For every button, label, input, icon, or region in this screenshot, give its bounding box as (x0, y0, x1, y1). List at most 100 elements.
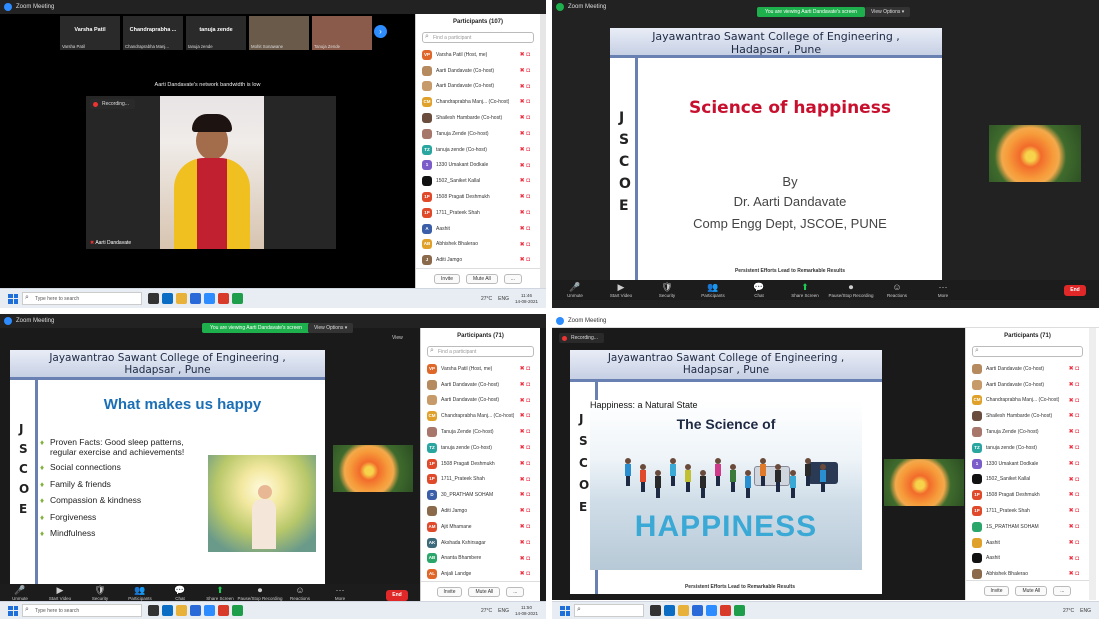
participant-row[interactable]: 1S_PRATHAM SOHAM ✖ ◘ (966, 519, 1089, 535)
toolbar-button[interactable]: 💬 Chat (736, 282, 782, 298)
windows-start-icon[interactable] (560, 605, 570, 616)
zoom-app-icon[interactable] (204, 605, 215, 616)
participant-row[interactable]: Aashit ✖ ◘ (966, 535, 1089, 551)
toolbar-button[interactable]: 👥 Participants (690, 282, 736, 298)
gallery-tile[interactable]: tanuja zende tanuja zende (186, 16, 246, 50)
more-options-button[interactable]: ... (506, 586, 525, 597)
muted-mic-video-off-icon[interactable]: ✖ ◘ (520, 523, 530, 530)
powerpoint-icon[interactable] (218, 293, 229, 304)
edge-icon[interactable] (162, 605, 173, 616)
participant-row[interactable]: TZ tanuja zende (Co-host) ✖ ◘ (416, 142, 540, 158)
participant-row[interactable]: 1 1330 Umakant Dodkale ✖ ◘ (966, 456, 1089, 472)
muted-mic-video-off-icon[interactable]: ✖ ◘ (520, 460, 530, 467)
participant-video-thumbnail[interactable] (989, 125, 1081, 182)
muted-mic-video-off-icon[interactable]: ✖ ◘ (1069, 491, 1079, 498)
muted-mic-video-off-icon[interactable]: ✖ ◘ (1069, 412, 1079, 419)
weather[interactable]: 27°C (1063, 608, 1074, 614)
toolbar-button[interactable]: ⬆ Share Screen (200, 585, 240, 601)
participant-row[interactable]: Aarti Dandavate (Co-host) ✖ ◘ (416, 79, 540, 95)
participant-row[interactable]: Aarti Dandavate (Co-host) ✖ ◘ (966, 361, 1089, 377)
participant-row[interactable]: 1P 1711_Prateek Shah ✖ ◘ (421, 472, 540, 488)
participant-row[interactable]: CM Chandraprabha Manj... (Co-host) ✖ ◘ (421, 408, 540, 424)
file-explorer-icon[interactable] (176, 605, 187, 616)
toolbar-button[interactable]: ▶ Start Video (598, 282, 644, 298)
windows-start-icon[interactable] (8, 605, 18, 616)
language-indicator[interactable]: ENG (1080, 608, 1091, 614)
toolbar-button[interactable]: ⏺ Pause/Stop Recording (237, 585, 282, 601)
muted-mic-video-off-icon[interactable]: ✖ ◘ (520, 193, 530, 200)
view-button[interactable]: View (392, 335, 403, 341)
panel-scrollbar[interactable] (1089, 328, 1096, 600)
participant-video-thumbnail[interactable] (333, 445, 413, 492)
participant-row[interactable]: AL Anjali Landge ✖ ◘ (421, 566, 540, 582)
participant-row[interactable]: 1 1330 Umakant Dodkale ✖ ◘ (416, 158, 540, 174)
store-icon[interactable] (190, 293, 201, 304)
clock[interactable]: 11:50 14-08-2021 (515, 605, 538, 617)
muted-mic-video-off-icon[interactable]: ✖ ◘ (1069, 460, 1079, 467)
participant-row[interactable]: VP Varsha Patil (Host, me) ✖ ◘ (421, 361, 540, 377)
participant-search-input[interactable]: Find a participant (427, 346, 534, 357)
chrome-icon[interactable] (232, 605, 243, 616)
participant-row[interactable]: Aarti Dandavate (Co-host) ✖ ◘ (421, 377, 540, 393)
toolbar-button[interactable]: ··· More (920, 282, 966, 298)
muted-mic-video-off-icon[interactable]: ✖ ◘ (1069, 507, 1079, 514)
invite-button[interactable]: Invite (436, 586, 463, 597)
windows-start-icon[interactable] (8, 293, 18, 304)
muted-mic-video-off-icon[interactable]: ✖ ◘ (1069, 397, 1079, 404)
edge-icon[interactable] (664, 605, 675, 616)
participant-row[interactable]: 1P 1508 Pragati Deshmukh ✖ ◘ (416, 189, 540, 205)
chrome-icon[interactable] (232, 293, 243, 304)
participant-row[interactable]: Aarti Dandavate (Co-host) ✖ ◘ (416, 63, 540, 79)
muted-mic-video-off-icon[interactable]: ✖ ◘ (520, 241, 530, 248)
end-meeting-button[interactable]: End (386, 590, 408, 601)
muted-mic-video-off-icon[interactable]: ✖ ◘ (520, 177, 530, 184)
gallery-tile[interactable]: Varsha Patil Varsha Patil (60, 16, 120, 50)
invite-button[interactable]: Invite (983, 585, 1010, 596)
recording-indicator[interactable]: Recording... (90, 99, 135, 109)
zoom-app-icon[interactable] (706, 605, 717, 616)
view-options-button[interactable]: View Options ▾ (308, 323, 354, 333)
muted-mic-video-off-icon[interactable]: ✖ ◘ (520, 98, 530, 105)
participant-row[interactable]: Tanuja Zende (Co-host) ✖ ◘ (416, 126, 540, 142)
muted-mic-video-off-icon[interactable]: ✖ ◘ (520, 491, 530, 498)
muted-mic-video-off-icon[interactable]: ✖ ◘ (1069, 555, 1079, 562)
weather[interactable]: 27°C (481, 296, 492, 302)
file-explorer-icon[interactable] (176, 293, 187, 304)
muted-mic-video-off-icon[interactable]: ✖ ◘ (520, 570, 530, 577)
muted-mic-video-off-icon[interactable]: ✖ ◘ (520, 476, 530, 483)
mute-all-button[interactable]: Mute All (468, 586, 501, 597)
toolbar-button[interactable]: ⬆ Share Screen (782, 282, 828, 298)
participant-video-thumbnail[interactable] (884, 459, 964, 506)
weather[interactable]: 27°C (481, 608, 492, 614)
task-view-icon[interactable] (148, 293, 159, 304)
toolbar-button[interactable]: ☺ Reactions (874, 282, 920, 298)
participant-row[interactable]: 1P 1711_Prateek Shah ✖ ◘ (416, 205, 540, 221)
participant-row[interactable]: AB Abhishek Bhalerao ✖ ◘ (416, 237, 540, 253)
gallery-tile[interactable]: Chandraprabha ... Chandraprabha Manj... (123, 16, 183, 50)
participant-row[interactable]: 1P 1508 Pragati Deshmukh ✖ ◘ (421, 456, 540, 472)
clock[interactable]: 11:46 14-08-2021 (515, 293, 538, 305)
muted-mic-video-off-icon[interactable]: ✖ ◘ (520, 130, 530, 137)
participant-row[interactable]: AB Ananta Bhambere ✖ ◘ (421, 551, 540, 567)
participant-row[interactable]: Tanuja Zende (Co-host) ✖ ◘ (421, 424, 540, 440)
muted-mic-video-off-icon[interactable]: ✖ ◘ (520, 539, 530, 546)
powerpoint-icon[interactable] (720, 605, 731, 616)
panel-scrollbar[interactable] (540, 14, 546, 288)
participant-row[interactable]: Aditi Jamgo ✖ ◘ (421, 503, 540, 519)
end-meeting-button[interactable]: End (1064, 285, 1086, 296)
toolbar-button[interactable]: 🛡 Security (644, 282, 690, 298)
powerpoint-icon[interactable] (218, 605, 229, 616)
muted-mic-video-off-icon[interactable]: ✖ ◘ (520, 381, 530, 388)
chrome-icon[interactable] (734, 605, 745, 616)
participant-row[interactable]: 1502_Saniket Kallal ✖ ◘ (966, 472, 1089, 488)
participant-row[interactable]: AK Akshada Kshirsagar ✖ ◘ (421, 535, 540, 551)
muted-mic-video-off-icon[interactable]: ✖ ◘ (520, 444, 530, 451)
more-options-button[interactable]: ... (503, 273, 522, 284)
taskbar-search-input[interactable] (574, 604, 644, 617)
more-options-button[interactable]: ... (1053, 585, 1072, 596)
gallery-tile[interactable]: Tanuja Zende (312, 16, 372, 50)
muted-mic-video-off-icon[interactable]: ✖ ◘ (1069, 476, 1079, 483)
participant-row[interactable]: J Aditi Jamgo ✖ ◘ (416, 252, 540, 268)
participant-row[interactable]: Shailesh Hambarde (Co-host) ✖ ◘ (966, 408, 1089, 424)
muted-mic-video-off-icon[interactable]: ✖ ◘ (520, 146, 530, 153)
